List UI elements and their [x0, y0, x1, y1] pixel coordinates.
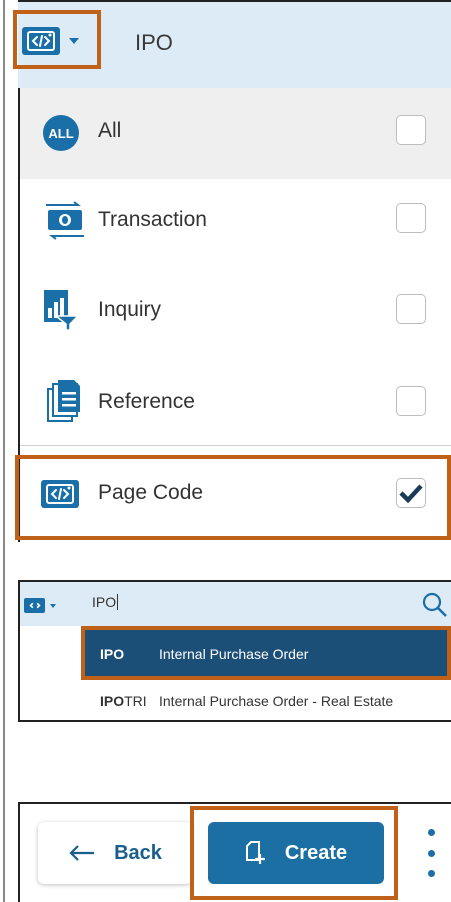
filter-checkbox-inquiry[interactable]: [396, 294, 426, 324]
inquiry-icon: [42, 288, 82, 337]
result-highlight-box: [81, 626, 451, 680]
dropdown-highlight-box: [13, 10, 101, 69]
filter-divider: [20, 445, 451, 446]
filter-label-transaction: Transaction: [98, 208, 207, 231]
filter-label-inquiry: Inquiry: [98, 298, 162, 321]
page-code-highlight-box: [15, 455, 451, 540]
back-button[interactable]: Back: [38, 822, 192, 884]
search-type-dropdown-small[interactable]: [24, 598, 56, 613]
page-left-border: [3, 0, 5, 902]
filter-row-inquiry[interactable]: Inquiry: [20, 270, 451, 361]
filter-checkbox-all[interactable]: [396, 115, 426, 145]
reference-icon: [46, 379, 82, 428]
create-highlight-box: [190, 806, 398, 900]
arrow-left-icon: [69, 845, 95, 861]
result-code: IPOTRI: [100, 693, 147, 709]
page-code-icon: [24, 598, 45, 613]
transaction-icon: [44, 201, 86, 246]
search-result-row[interactable]: IPOTRI Internal Purchase Order - Real Es…: [84, 680, 451, 720]
filter-checkbox-reference[interactable]: [396, 386, 426, 416]
all-icon: ALL: [43, 115, 79, 151]
back-button-label: Back: [114, 841, 162, 864]
more-options-icon[interactable]: [426, 829, 436, 877]
filter-label-all: All: [98, 119, 122, 142]
search-query-title: IPO: [135, 30, 173, 55]
search-input[interactable]: IPO: [92, 594, 119, 610]
chevron-down-icon: [50, 603, 56, 608]
filter-row-all[interactable]: ALL All: [20, 88, 451, 179]
filter-label-reference: Reference: [98, 390, 195, 413]
text-cursor: [117, 594, 119, 610]
filter-row-reference[interactable]: Reference: [20, 361, 451, 452]
filter-checkbox-transaction[interactable]: [396, 203, 426, 233]
filter-row-transaction[interactable]: Transaction: [20, 179, 451, 270]
search-icon[interactable]: [422, 592, 448, 623]
search-bar: [20, 582, 451, 626]
result-description: Internal Purchase Order - Real Estate: [159, 693, 394, 709]
